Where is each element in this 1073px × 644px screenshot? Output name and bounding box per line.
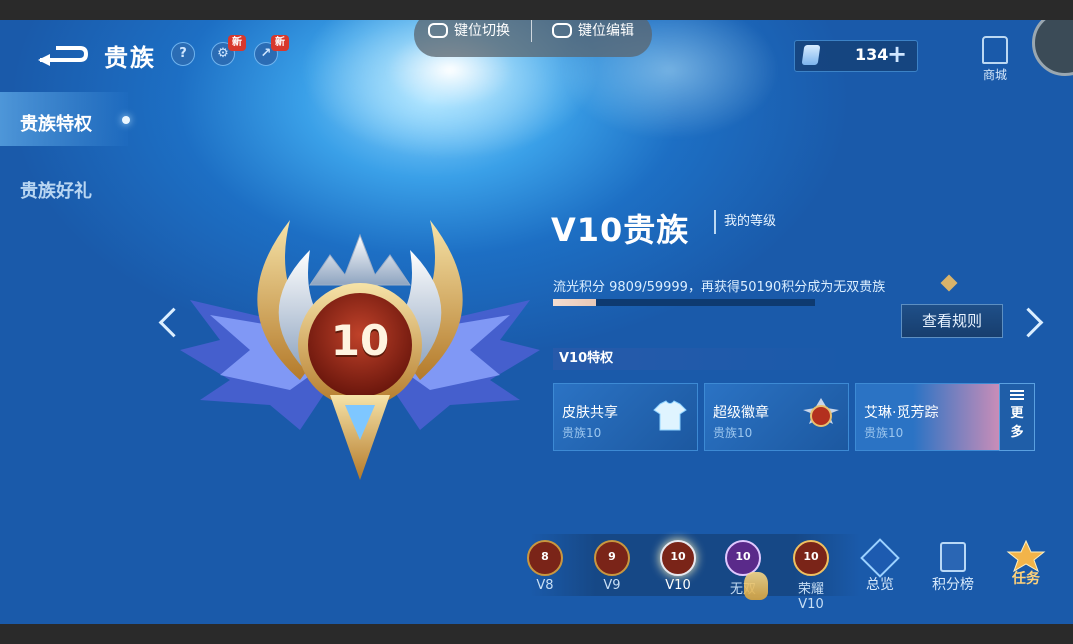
- next-level-arrow-icon[interactable]: [1013, 307, 1044, 338]
- level-tab-v10[interactable]: 10 V10: [655, 540, 701, 593]
- key-control-pill: 键位切换 键位编辑: [414, 20, 652, 57]
- more-label: 更: [1010, 406, 1024, 421]
- level-tab-label: 荣耀V10: [797, 582, 824, 612]
- key-switch-button[interactable]: 键位切换: [428, 20, 510, 46]
- card-subtitle: 贵族10: [864, 426, 904, 440]
- coupon-currency: 134 +: [794, 40, 918, 72]
- top-frame-bar: [0, 0, 1073, 20]
- add-coupon-button[interactable]: +: [887, 40, 907, 68]
- emblem-level-number: 10: [330, 316, 390, 365]
- points-progress-bar: [553, 299, 815, 306]
- my-level-label: 我的等级: [714, 210, 776, 234]
- sidebar-item-privileges[interactable]: 贵族特权: [20, 110, 92, 136]
- divider: [531, 20, 532, 42]
- ranking-label: 积分榜: [932, 577, 974, 593]
- new-badge: 新: [228, 35, 246, 51]
- sidebar-item-gifts[interactable]: 贵族好礼: [20, 177, 92, 203]
- more-privileges-button[interactable]: 更 多: [999, 383, 1035, 451]
- list-icon: [1010, 390, 1024, 400]
- card-subtitle: 贵族10: [562, 426, 602, 440]
- shop-label: 商城: [982, 68, 1007, 82]
- card-title: 艾琳·觅芳踪: [864, 405, 939, 421]
- view-rules-button[interactable]: 查看规则: [901, 304, 1003, 338]
- level-tab-label: V8: [536, 578, 554, 593]
- privileges-header: V10特权: [553, 348, 849, 370]
- overview-button[interactable]: 总览: [858, 538, 902, 594]
- ranking-icon: [940, 542, 966, 572]
- key-switch-label: 键位切换: [454, 23, 510, 39]
- noble-screen: 贵族 ? ⚙ 新 ↗ 新 键位切换 键位编辑 134 + 商城 贵族特权 贵族好…: [0, 20, 1073, 624]
- badge-number: 10: [670, 550, 686, 563]
- privilege-card-skin-share[interactable]: 皮肤共享 贵族10: [553, 383, 698, 451]
- points-progress-text: 流光积分 9809/59999，再获得50190积分成为无双贵族: [553, 280, 886, 295]
- level-title: V10贵族: [551, 211, 690, 249]
- coupon-amount: 134: [855, 45, 889, 64]
- tap-hand-icon: [744, 572, 768, 600]
- key-edit-button[interactable]: 键位编辑: [552, 20, 634, 46]
- wushuang-badge-icon: 10: [725, 540, 761, 576]
- level-tab-label: V9: [603, 578, 621, 593]
- badge-number: 10: [803, 550, 819, 563]
- new-badge: 新: [271, 35, 289, 51]
- level-tab-label: V10: [665, 578, 691, 593]
- badge-icon: [803, 398, 839, 427]
- gamepad-icon: [428, 22, 448, 38]
- v8-badge-icon: 8: [527, 540, 563, 576]
- back-arrow-icon[interactable]: [36, 44, 88, 66]
- key-edit-label: 键位编辑: [578, 23, 634, 39]
- active-dot: [122, 116, 130, 124]
- overview-icon: [860, 538, 900, 578]
- bottom-frame-bar: [0, 624, 1073, 644]
- ranking-button[interactable]: 积分榜: [926, 540, 980, 594]
- level-tab-v9[interactable]: 9 V9: [589, 540, 635, 593]
- v10-badge-icon: 10: [660, 540, 696, 576]
- tasks-button[interactable]: 任务: [1002, 539, 1050, 588]
- page-title: 贵族: [104, 44, 156, 72]
- gamepad-icon: [552, 22, 572, 38]
- badge-number: 10: [735, 550, 751, 563]
- card-title: 超级徽章: [713, 405, 769, 421]
- coupon-icon: [801, 45, 821, 65]
- privilege-card-hero-skin[interactable]: 艾琳·觅芳踪 贵族10: [855, 383, 1000, 451]
- floating-menu-button[interactable]: [1032, 20, 1073, 76]
- level-tab-v8[interactable]: 8 V8: [522, 540, 568, 593]
- points-info-icon[interactable]: [940, 274, 958, 292]
- card-subtitle: 贵族10: [713, 426, 753, 440]
- points-progress-fill: [553, 299, 596, 306]
- badge-number: 9: [608, 550, 616, 563]
- level-tab-glory-v10[interactable]: 10 荣耀V10: [788, 540, 834, 612]
- badge-number: 8: [541, 550, 549, 563]
- help-icon[interactable]: ?: [171, 42, 195, 66]
- v9-badge-icon: 9: [594, 540, 630, 576]
- shop-icon: [982, 36, 1008, 64]
- more-label: 多: [1010, 425, 1024, 440]
- shop-button[interactable]: 商城: [978, 36, 1012, 83]
- glory-badge-icon: 10: [793, 540, 829, 576]
- shirt-icon: [653, 400, 687, 431]
- card-title: 皮肤共享: [562, 405, 618, 421]
- privilege-card-super-badge[interactable]: 超级徽章 贵族10: [704, 383, 849, 451]
